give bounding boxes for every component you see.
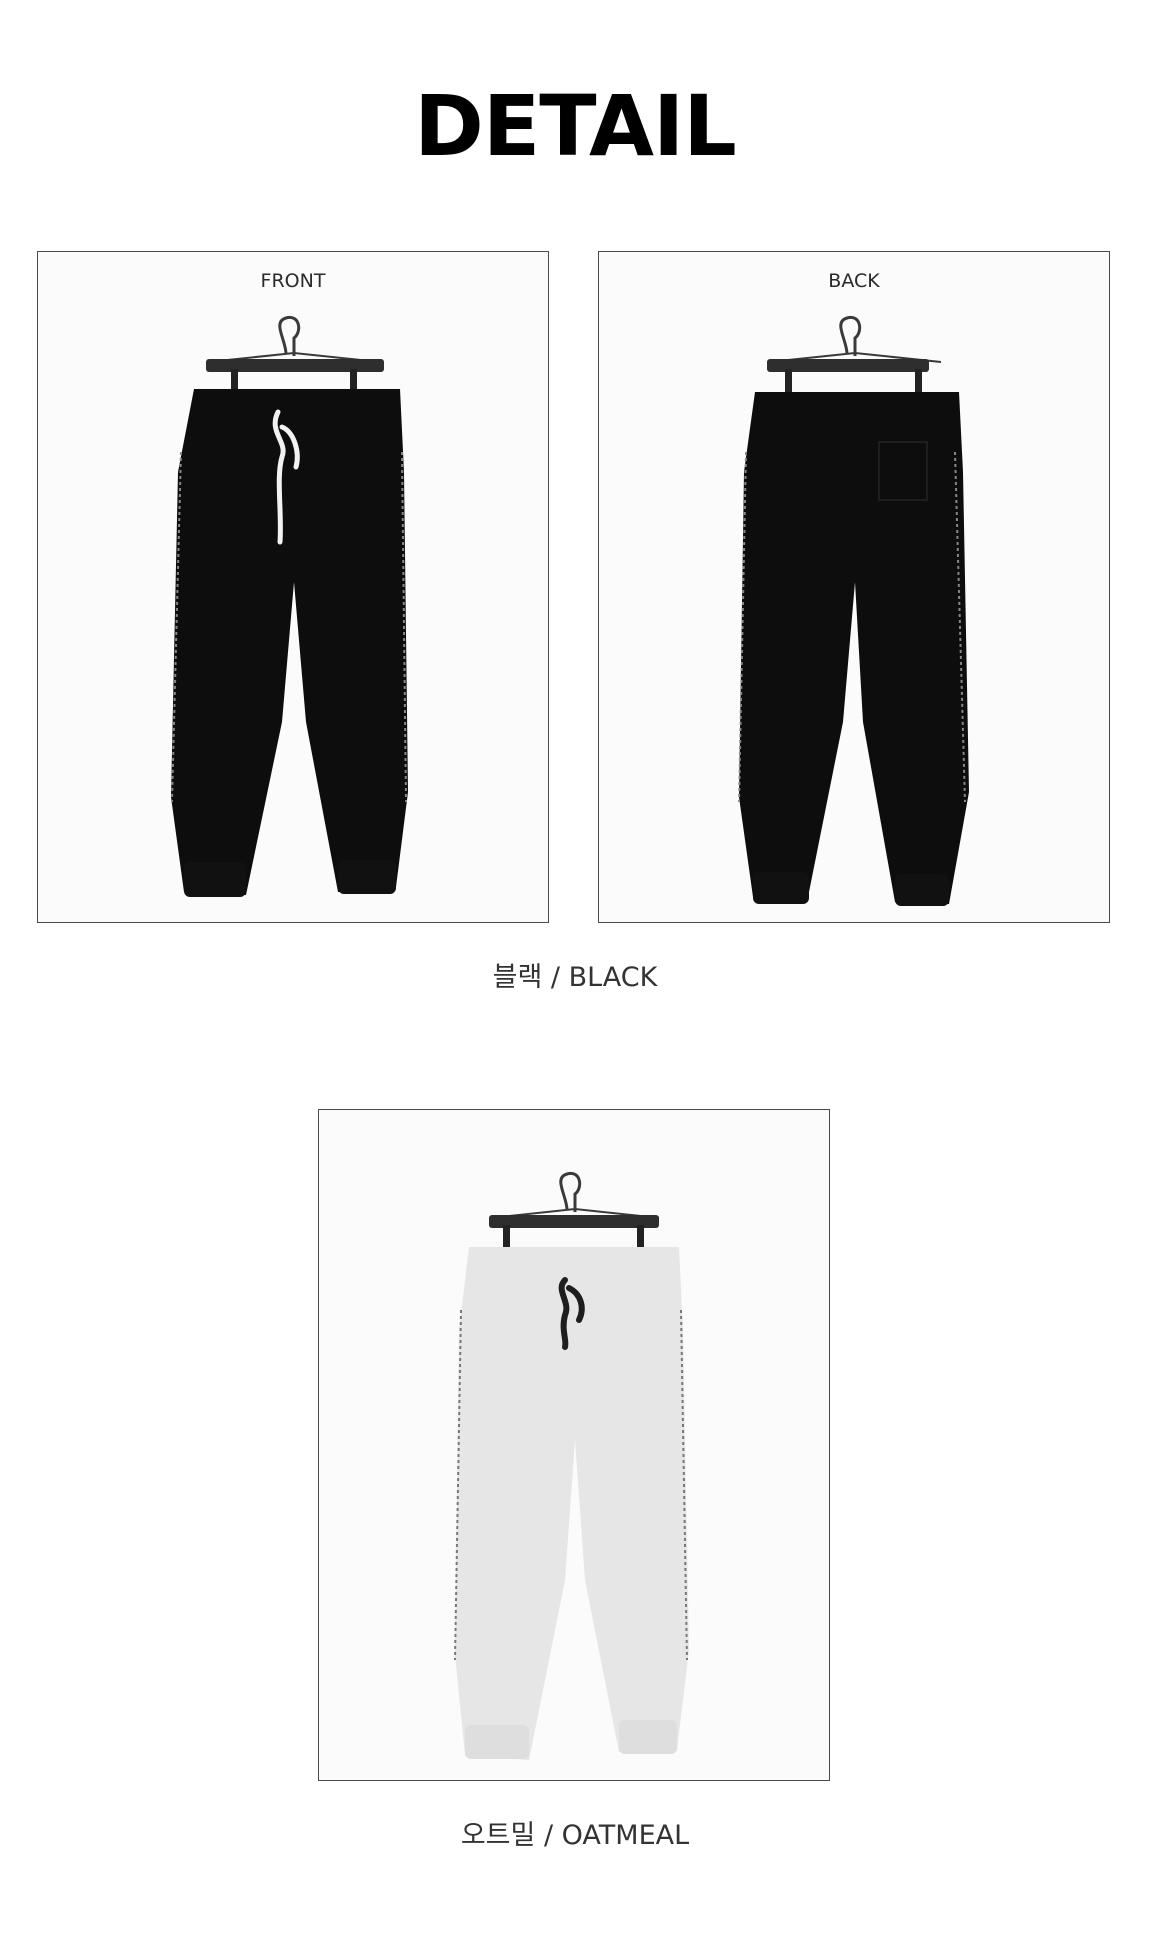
front-label: FRONT	[260, 270, 326, 292]
oatmeal-front-photo	[318, 1109, 830, 1781]
black-front-photo: FRONT	[37, 251, 549, 923]
black-back-photo: BACK	[598, 251, 1110, 923]
page-title: DETAIL	[414, 77, 737, 175]
oatmeal-color-caption: 오트밀 / OATMEAL	[460, 1820, 690, 1851]
oatmeal-front-pants-image	[454, 1171, 689, 1760]
black-front-pants-image	[171, 315, 408, 897]
black-back-pants-image	[738, 315, 969, 906]
black-color-caption: 블랙 / BLACK	[492, 962, 658, 993]
back-label: BACK	[828, 270, 880, 292]
